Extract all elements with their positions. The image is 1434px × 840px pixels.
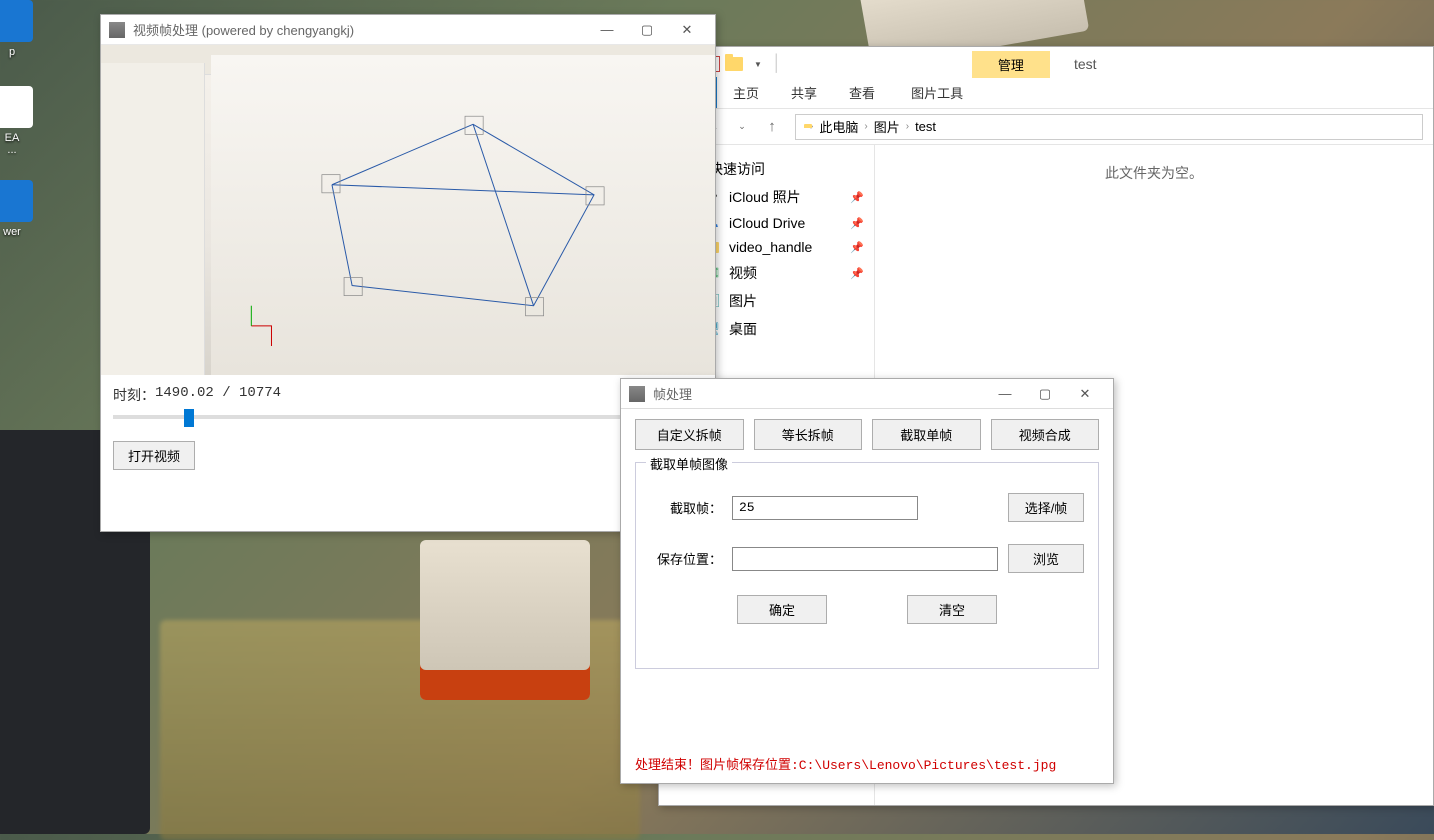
pin-icon: 📌 bbox=[850, 191, 864, 204]
window-title: test bbox=[1050, 56, 1121, 72]
ribbon-tabs: 文件 主页 共享 查看 图片工具 bbox=[659, 81, 1433, 109]
tab-capture-frame[interactable]: 截取单帧 bbox=[872, 419, 981, 450]
pin-icon: 📌 bbox=[850, 217, 864, 230]
tab-video-merge[interactable]: 视频合成 bbox=[991, 419, 1100, 450]
status-message: 处理结束！图片帧保存位置:C:\Users\Lenovo\Pictures\te… bbox=[635, 754, 1099, 773]
app-icon bbox=[0, 86, 33, 128]
close-button[interactable]: ✕ bbox=[1065, 379, 1105, 408]
nav-label: 视频 bbox=[729, 263, 757, 283]
chevron-right-icon[interactable]: › bbox=[906, 121, 909, 132]
titlebar[interactable]: 视频帧处理 (powered by chengyangkj) — ▢ ✕ bbox=[101, 15, 715, 45]
timeline-slider[interactable] bbox=[113, 415, 703, 419]
context-tab-header: 管理 bbox=[972, 51, 1050, 78]
context-tab: 管理 bbox=[972, 51, 1050, 78]
nav-label: iCloud 照片 bbox=[729, 187, 801, 207]
open-video-button[interactable]: 打开视频 bbox=[113, 441, 195, 470]
tab-equal-split[interactable]: 等长拆帧 bbox=[754, 419, 863, 450]
breadcrumb-segment[interactable]: test bbox=[911, 119, 940, 134]
video-preview bbox=[101, 45, 715, 375]
select-frame-button[interactable]: 选择/帧 bbox=[1008, 493, 1084, 522]
chevron-right-icon[interactable]: › bbox=[864, 121, 867, 132]
cad-sketch-icon bbox=[211, 55, 715, 375]
tab-custom-split[interactable]: 自定义拆帧 bbox=[635, 419, 744, 450]
time-value: 1490.02 / 10774 bbox=[155, 385, 281, 405]
qat-dropdown-icon[interactable]: ▼ bbox=[748, 54, 768, 74]
explorer-titlebar[interactable]: ▏ ✓ ▼ │ 管理 test bbox=[659, 47, 1433, 81]
film-icon bbox=[109, 22, 125, 38]
desktop-icon[interactable]: EA... bbox=[0, 86, 40, 156]
nav-label: 快速访问 bbox=[709, 159, 765, 179]
desktop-icon[interactable]: wer bbox=[0, 180, 40, 238]
tab-share[interactable]: 共享 bbox=[775, 77, 833, 108]
tab-picture-tools[interactable]: 图片工具 bbox=[895, 77, 979, 108]
nav-history-dropdown[interactable]: ⌄ bbox=[729, 114, 755, 140]
tab-view[interactable]: 查看 bbox=[833, 77, 891, 108]
clear-button[interactable]: 清空 bbox=[907, 595, 997, 624]
frame-number-label: 截取帧： bbox=[650, 498, 722, 517]
nav-up-button[interactable]: ↑ bbox=[759, 114, 785, 140]
maximize-button[interactable]: ▢ bbox=[627, 15, 667, 44]
app-icon bbox=[0, 0, 33, 42]
minimize-button[interactable]: — bbox=[985, 379, 1025, 408]
frame-number-input[interactable] bbox=[732, 496, 918, 520]
breadcrumb-segment[interactable]: 图片 bbox=[870, 117, 904, 136]
save-path-label: 保存位置： bbox=[650, 549, 722, 568]
group-legend: 截取单帧图像 bbox=[646, 454, 732, 473]
maximize-button[interactable]: ▢ bbox=[1025, 379, 1065, 408]
breadcrumb[interactable]: › 此电脑 › 图片 › test bbox=[795, 114, 1423, 140]
icon-label: wer bbox=[0, 226, 40, 238]
app-icon bbox=[0, 180, 33, 222]
titlebar[interactable]: 帧处理 — ▢ ✕ bbox=[621, 379, 1113, 409]
close-button[interactable]: ✕ bbox=[667, 15, 707, 44]
nav-label: 图片 bbox=[729, 291, 757, 311]
pin-icon: 📌 bbox=[850, 241, 864, 254]
desktop-icon[interactable]: p bbox=[0, 0, 40, 58]
time-label: 时刻： bbox=[113, 385, 155, 405]
nav-label: iCloud Drive bbox=[729, 215, 805, 231]
pin-icon: 📌 bbox=[850, 267, 864, 280]
folder-icon[interactable] bbox=[724, 54, 744, 74]
nav-label: video_handle bbox=[729, 239, 812, 255]
icon-label: EA... bbox=[0, 132, 40, 156]
minimize-button[interactable]: — bbox=[587, 15, 627, 44]
browse-button[interactable]: 浏览 bbox=[1008, 544, 1084, 573]
icon-label: p bbox=[0, 46, 40, 58]
window-title: 帧处理 bbox=[653, 384, 985, 403]
frame-process-dialog: 帧处理 — ▢ ✕ 自定义拆帧 等长拆帧 截取单帧 视频合成 截取单帧图像 截取… bbox=[620, 378, 1114, 784]
window-title: 视频帧处理 (powered by chengyangkj) bbox=[133, 20, 587, 39]
film-icon bbox=[629, 386, 645, 402]
slider-thumb[interactable] bbox=[184, 409, 194, 427]
address-bar: ← → ⌄ ↑ › 此电脑 › 图片 › test bbox=[659, 109, 1433, 145]
breadcrumb-segment[interactable]: 此电脑 bbox=[815, 117, 862, 136]
capture-frame-group: 截取单帧图像 截取帧： 选择/帧 保存位置： 浏览 确定 清空 bbox=[635, 462, 1099, 669]
save-path-input[interactable] bbox=[732, 547, 998, 571]
ok-button[interactable]: 确定 bbox=[737, 595, 827, 624]
tab-home[interactable]: 主页 bbox=[717, 77, 775, 108]
nav-label: 桌面 bbox=[729, 319, 757, 339]
